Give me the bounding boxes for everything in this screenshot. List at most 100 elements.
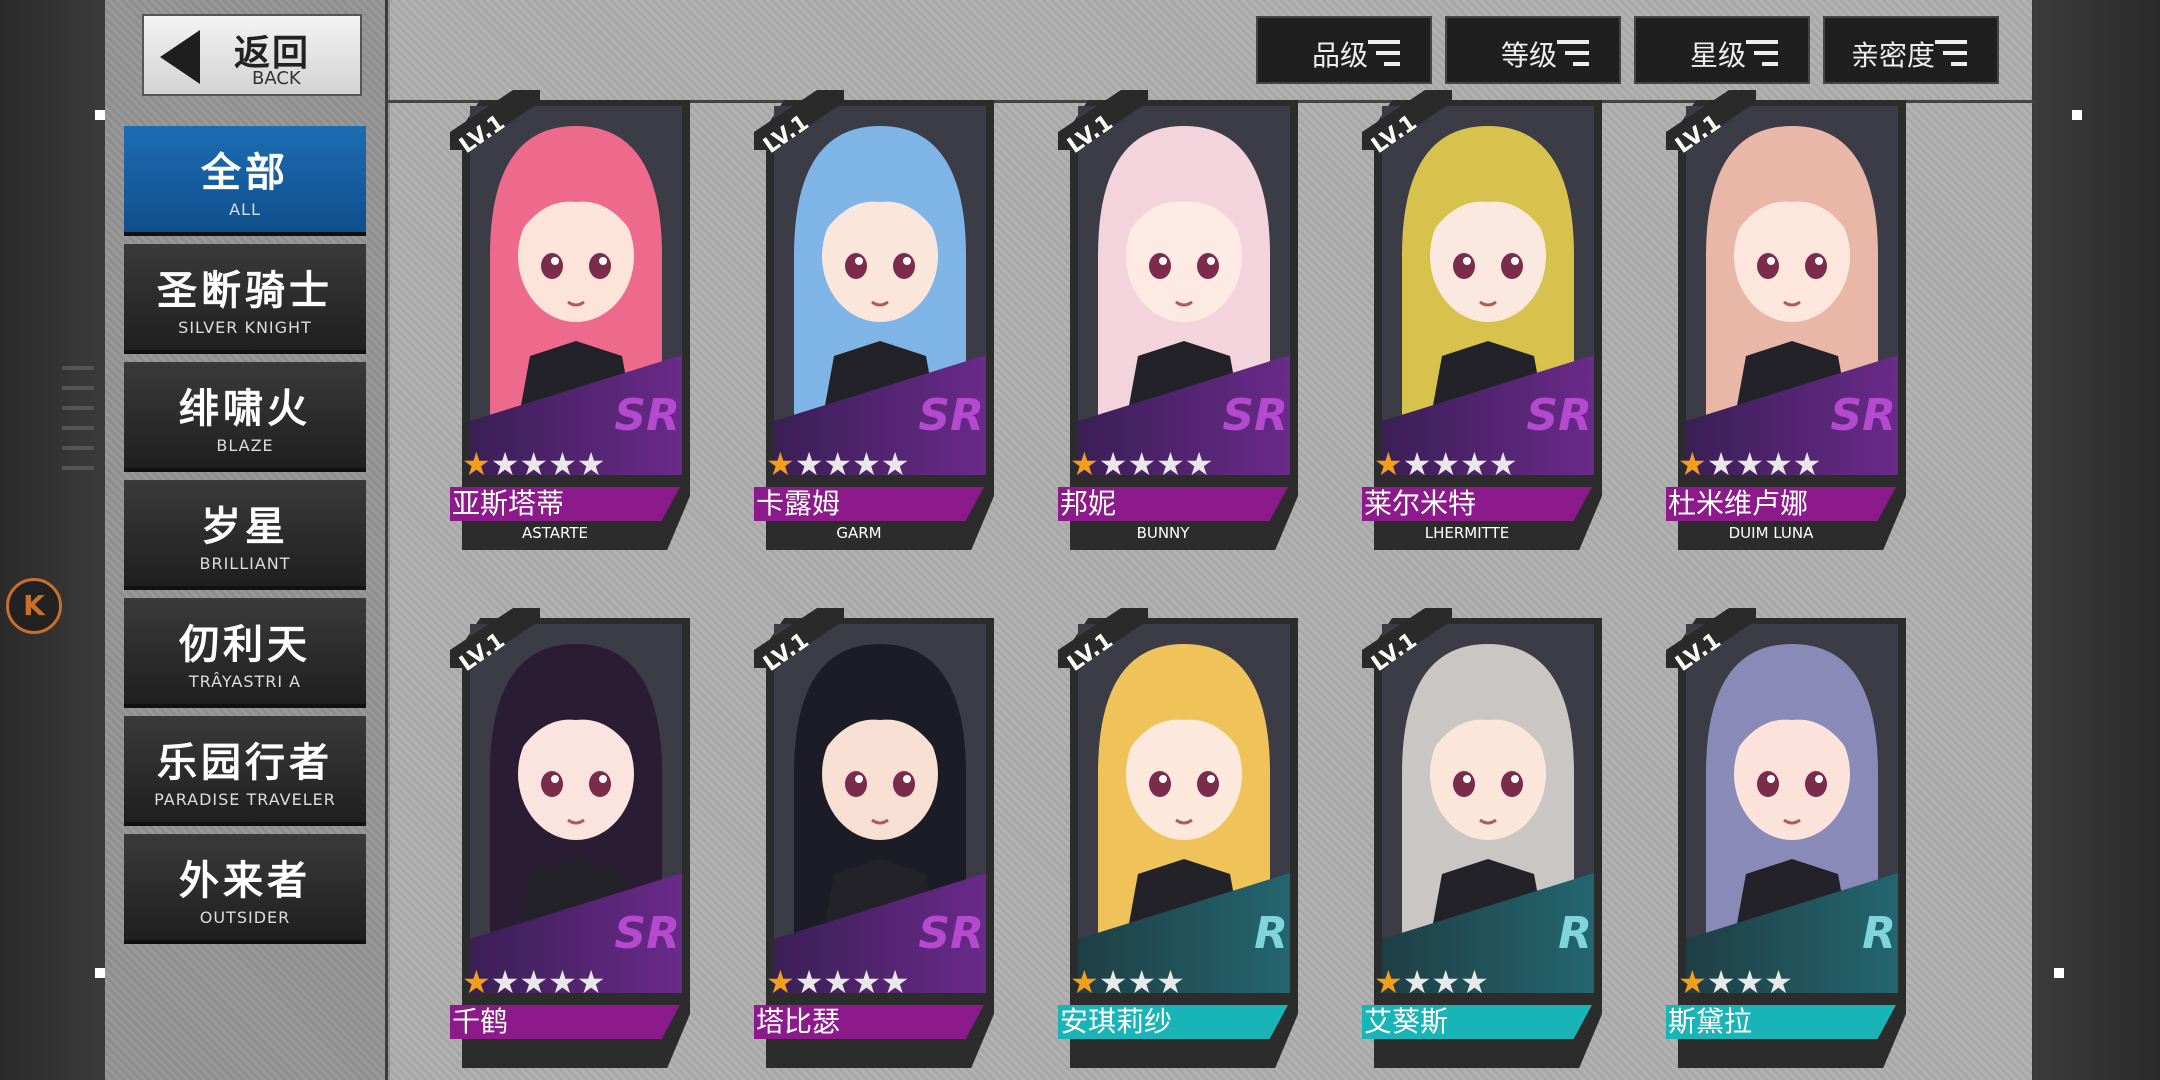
star-icon: ★	[519, 963, 549, 1001]
rarity-label: SR	[1830, 390, 1896, 441]
character-name: 艾葵斯	[1362, 1005, 1592, 1039]
rarity-label: SR	[614, 908, 680, 959]
star-icon: ★	[823, 445, 853, 483]
decor-dash	[62, 446, 94, 450]
faction-label-en: SILVER KNIGHT	[178, 318, 312, 337]
faction-tab[interactable]: 乐园行者 PARADISE TRAVELER	[124, 716, 366, 822]
star-icon: ★	[1764, 445, 1793, 483]
faction-tab[interactable]: 绯啸火 BLAZE	[124, 362, 366, 468]
star-rating: ★★★★	[1374, 966, 1489, 998]
star-icon: ★	[766, 445, 795, 483]
character-name: 卡露姆	[754, 487, 984, 521]
star-icon: ★	[462, 445, 491, 483]
faction-tab[interactable]: 岁星 BRILLIANT	[124, 480, 366, 586]
faction-tab[interactable]: 圣断骑士 SILVER KNIGHT	[124, 244, 366, 350]
star-rating: ★★★★	[1070, 966, 1185, 998]
star-icon: ★	[519, 445, 549, 483]
character-name: 斯黛拉	[1666, 1005, 1896, 1039]
k-badge-icon[interactable]: K	[6, 578, 62, 634]
faction-label-en: TRÂYASTRI A	[188, 672, 302, 691]
character-name-en: DUIM LUNA	[1728, 524, 1814, 542]
star-icon: ★	[1431, 445, 1461, 483]
right-frame	[2035, 0, 2160, 1080]
star-icon: ★	[1070, 445, 1099, 483]
faction-tab[interactable]: 外来者 OUTSIDER	[124, 834, 366, 940]
star-icon: ★	[1764, 963, 1793, 1001]
rarity-label: SR	[614, 390, 680, 441]
frame-corner	[2072, 110, 2082, 120]
sort-icon	[1746, 40, 1778, 66]
character-card[interactable]: SR ★★★★★ 塔比瑟 LV.1	[754, 608, 994, 1068]
star-rating: ★★★★★	[462, 966, 605, 998]
sort-label: 亲密度	[1850, 39, 1935, 72]
character-card[interactable]: SR ★★★★★ 杜米维卢娜 DUIM LUNA LV.1	[1666, 90, 1906, 550]
sort-button[interactable]: 等级	[1445, 16, 1621, 84]
sort-icon	[1935, 40, 1967, 66]
character-card[interactable]: SR ★★★★★ 莱尔米特 LHERMITTE LV.1	[1362, 90, 1602, 550]
decor-dash	[62, 426, 94, 430]
left-frame	[0, 0, 105, 1080]
star-icon: ★	[794, 963, 824, 1001]
decor-dash	[62, 366, 94, 370]
decor-dash	[62, 406, 94, 410]
faction-label: 绯啸火	[179, 385, 311, 432]
rarity-label: SR	[918, 908, 984, 959]
rarity-label: R	[1862, 908, 1896, 959]
star-icon: ★	[1706, 963, 1736, 1001]
star-icon: ★	[766, 963, 795, 1001]
star-icon: ★	[1156, 445, 1185, 483]
sort-button[interactable]: 亲密度	[1823, 16, 1999, 84]
character-card[interactable]: R ★★★★ 艾葵斯 LV.1	[1362, 608, 1602, 1068]
star-icon: ★	[576, 445, 606, 483]
rarity-label: SR	[1526, 390, 1592, 441]
star-rating: ★★★★★	[766, 966, 909, 998]
star-icon: ★	[880, 963, 910, 1001]
star-rating: ★★★★★	[1070, 448, 1213, 480]
back-button[interactable]: 返回 BACK	[142, 14, 362, 96]
sort-button[interactable]: 品级	[1256, 16, 1432, 84]
character-name-en: LHERMITTE	[1424, 524, 1510, 542]
star-icon: ★	[1374, 963, 1403, 1001]
character-card[interactable]: SR ★★★★★ 卡露姆 GARM LV.1	[754, 90, 994, 550]
faction-tab[interactable]: 全部 ALL	[124, 126, 366, 232]
decor-dash	[62, 466, 94, 470]
back-label-en: BACK	[252, 68, 301, 89]
sort-button[interactable]: 星级	[1634, 16, 1810, 84]
sort-icon	[1557, 40, 1589, 66]
rarity-label: R	[1254, 908, 1288, 959]
character-name-en: BUNNY	[1136, 524, 1190, 542]
star-icon: ★	[880, 445, 910, 483]
character-card[interactable]: R ★★★★ 斯黛拉 LV.1	[1666, 608, 1906, 1068]
character-card[interactable]: SR ★★★★★ 亚斯塔蒂 ASTARTE LV.1	[450, 90, 690, 550]
star-icon: ★	[1735, 445, 1765, 483]
faction-label: 圣断骑士	[157, 267, 333, 314]
rarity-label: SR	[1222, 390, 1288, 441]
character-name: 亚斯塔蒂	[450, 487, 680, 521]
star-icon: ★	[1678, 963, 1707, 1001]
character-card[interactable]: SR ★★★★★ 邦妮 BUNNY LV.1	[1058, 90, 1298, 550]
character-card[interactable]: SR ★★★★★ 千鹤 LV.1	[450, 608, 690, 1068]
character-name-en: ASTARTE	[521, 524, 588, 542]
faction-label-en: OUTSIDER	[199, 908, 291, 927]
character-name-en: GARM	[836, 524, 882, 542]
star-icon: ★	[548, 963, 577, 1001]
character-name: 安琪莉纱	[1058, 1005, 1288, 1039]
star-icon: ★	[1127, 445, 1157, 483]
star-icon: ★	[1460, 963, 1489, 1001]
faction-tab[interactable]: 仞利天 TRÂYASTRI A	[124, 598, 366, 704]
star-rating: ★★★★★	[1678, 448, 1821, 480]
sort-label: 星级	[1689, 39, 1746, 72]
character-name: 塔比瑟	[754, 1005, 984, 1039]
star-icon: ★	[823, 963, 853, 1001]
faction-label: 仞利天	[179, 621, 311, 668]
faction-label-en: ALL	[229, 200, 261, 219]
star-icon: ★	[1127, 963, 1157, 1001]
rarity-label: R	[1558, 908, 1592, 959]
star-icon: ★	[852, 963, 881, 1001]
character-card[interactable]: R ★★★★ 安琪莉纱 LV.1	[1058, 608, 1298, 1068]
star-icon: ★	[1402, 445, 1432, 483]
star-icon: ★	[1488, 445, 1518, 483]
star-icon: ★	[1460, 445, 1489, 483]
star-icon: ★	[1431, 963, 1461, 1001]
star-icon: ★	[1402, 963, 1432, 1001]
